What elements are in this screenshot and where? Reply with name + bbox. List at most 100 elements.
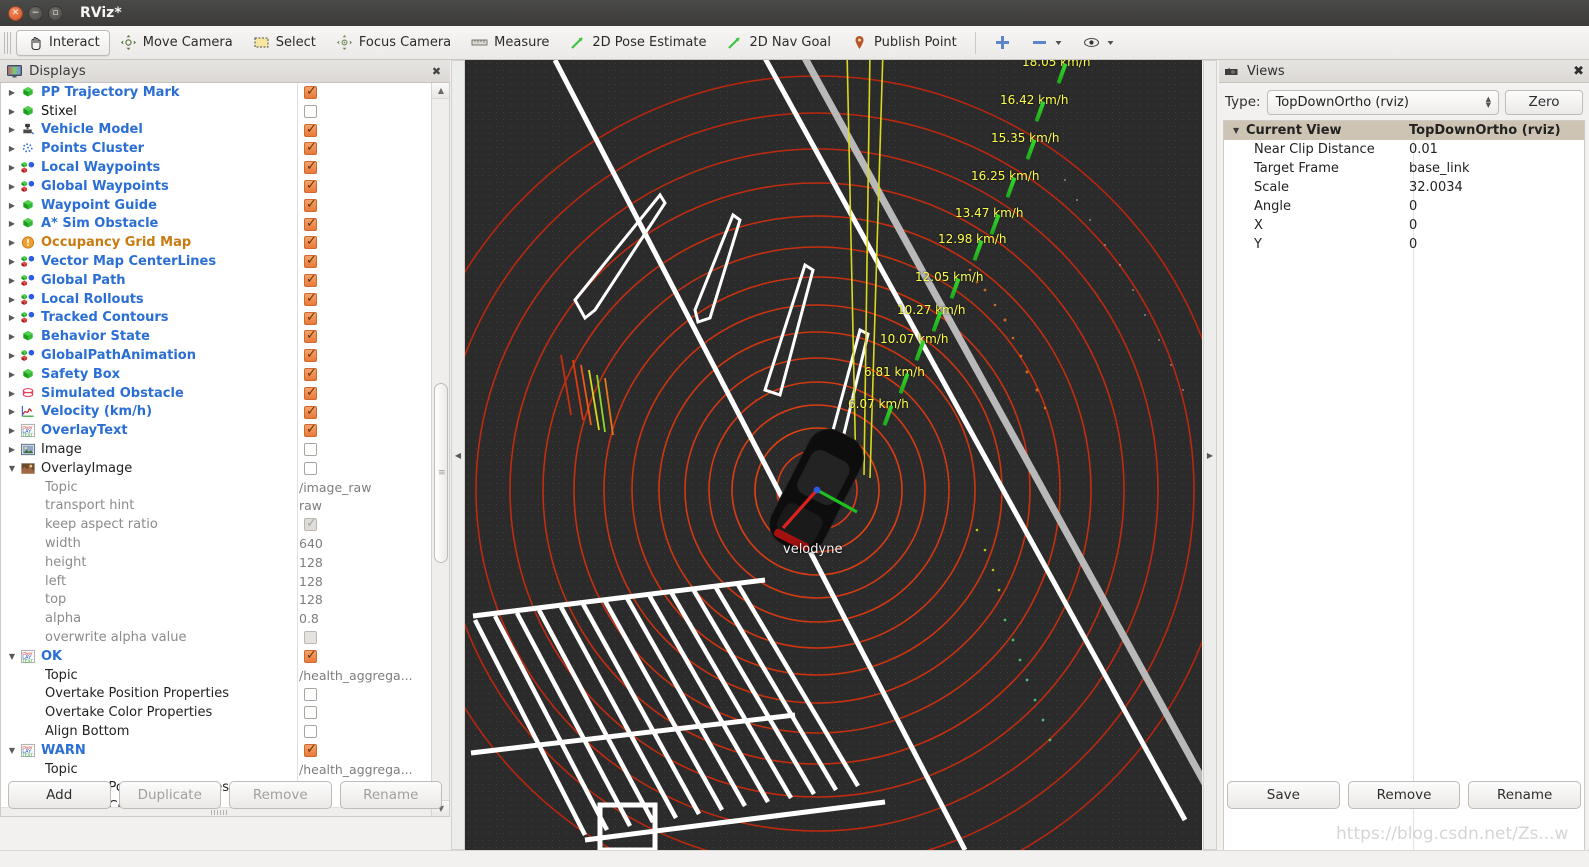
expander-right-icon[interactable]: ▶ [5, 163, 19, 172]
window-minimize-button[interactable]: − [28, 5, 43, 21]
display-tree-row[interactable]: ▼ Over LAY TEXT WARN [1, 741, 432, 760]
display-enable-checkbox[interactable] [304, 253, 317, 269]
expander-right-icon[interactable]: ▶ [5, 182, 19, 191]
display-tree-row[interactable]: ▶ Local Rollouts [1, 290, 432, 309]
views-panel-close-icon[interactable]: ✖ [1573, 64, 1584, 79]
display-tree-row[interactable]: ▶ Over LAY TEXT OverlayText [1, 421, 432, 440]
display-enable-checkbox[interactable] [304, 725, 317, 739]
display-tree-row[interactable]: ▶ Stixel [1, 102, 432, 121]
display-enable-checkbox[interactable] [304, 422, 317, 438]
expander-right-icon[interactable]: ▶ [5, 313, 19, 322]
display-tree-value[interactable]: /image_raw [299, 478, 371, 497]
view-property-value[interactable]: base_link [1409, 161, 1469, 176]
display-enable-checkbox[interactable] [304, 159, 317, 175]
displays-panel-close-icon[interactable]: ✖ [429, 64, 444, 79]
view-property-value[interactable]: 0.01 [1409, 142, 1438, 157]
display-tree-row[interactable]: Align Bottom [1, 722, 432, 741]
display-enable-checkbox[interactable] [304, 84, 317, 99]
display-tree-row[interactable]: Topic/health_aggrega... [1, 666, 432, 685]
view-property-row[interactable]: Y0 [1224, 235, 1584, 254]
display-tree-row[interactable]: ▼ Over LAY TEXT OK [1, 647, 432, 666]
tool-focus-camera[interactable]: Focus Camera [326, 30, 461, 56]
current-view-header-row[interactable]: ▼ Current View TopDownOrtho (rviz) [1224, 121, 1584, 140]
display-enable-checkbox[interactable] [304, 272, 317, 287]
expander-right-icon[interactable]: ▶ [5, 389, 19, 398]
display-tree-row[interactable]: ▶ Vehicle Model [1, 121, 432, 140]
display-tree-row[interactable]: height 128 [1, 553, 432, 572]
expander-down-icon[interactable]: ▼ [5, 652, 19, 661]
display-tree-row[interactable]: Overtake Color Properties [1, 703, 432, 722]
display-tree-row[interactable]: ▶ Vector Map CenterLines [1, 252, 432, 271]
expander-right-icon[interactable]: ▶ [5, 257, 19, 266]
display-enable-checkbox[interactable] [304, 687, 317, 701]
tool-add-panel[interactable] [984, 30, 1021, 56]
expander-right-icon[interactable]: ▶ [5, 445, 19, 454]
display-tree-row[interactable]: ▶ Behavior State [1, 327, 432, 346]
display-enable-checkbox[interactable] [304, 328, 317, 344]
toolbar-grip[interactable] [4, 31, 13, 54]
display-tree-row[interactable]: ▶ GlobalPathAnimation [1, 346, 432, 365]
display-tree-row[interactable]: alpha 0.8 [1, 609, 432, 628]
display-enable-checkbox[interactable] [304, 648, 317, 663]
expander-right-icon[interactable]: ▶ [5, 238, 19, 247]
display-enable-checkbox[interactable] [304, 366, 317, 381]
tool-2d-nav-goal[interactable]: 2D Nav Goal [716, 30, 841, 56]
display-tree-row[interactable]: ▶ A* Sim Obstacle [1, 215, 432, 234]
expander-right-icon[interactable]: ▶ [5, 144, 19, 153]
display-enable-checkbox[interactable] [304, 443, 317, 457]
display-tree-value[interactable]: /health_aggrega... [299, 666, 413, 685]
display-tree-row[interactable]: ▶ Occupancy Grid Map [1, 233, 432, 252]
expander-right-icon[interactable]: ▶ [5, 407, 19, 416]
expander-triangle-icon[interactable]: ▼ [1233, 126, 1239, 135]
scroll-up-button[interactable]: ▲ [432, 83, 449, 99]
scroll-thumb[interactable] [434, 383, 448, 563]
view-property-row[interactable]: Near Clip Distance 0.01 [1224, 140, 1584, 159]
display-tree-row[interactable]: overwrite alpha value [1, 628, 432, 647]
display-tree-row[interactable]: ▶ Waypoint Guide [1, 196, 432, 215]
tool-select[interactable]: Select [243, 30, 326, 56]
display-tree-value[interactable]: 640 [299, 534, 323, 553]
display-tree-row[interactable]: ▼ OverlayImage [1, 459, 432, 478]
display-tree-row[interactable]: ▶ Points Cluster [1, 139, 432, 158]
display-tree-value[interactable]: 0.8 [299, 609, 319, 628]
window-maximize-button[interactable]: ▫ [48, 5, 63, 21]
add-button[interactable]: Add [8, 781, 111, 809]
expander-right-icon[interactable]: ▶ [5, 351, 19, 360]
display-tree-row[interactable]: ▶ Safety Box [1, 365, 432, 384]
display-enable-checkbox[interactable] [304, 385, 317, 400]
views-property-table[interactable]: ▼ Current View TopDownOrtho (rviz) Near … [1223, 120, 1585, 867]
render-view-3d[interactable]: velodyne 18.05 km/h 16.42 km/h 15.35 km/h 1… [465, 60, 1202, 850]
expander-down-icon[interactable]: ▼ [5, 746, 19, 755]
display-tree-row[interactable]: ▶ Tracked Contours [1, 309, 432, 328]
expander-right-icon[interactable]: ▶ [5, 332, 19, 341]
expander-right-icon[interactable]: ▶ [5, 107, 19, 116]
display-tree-value[interactable]: 128 [299, 591, 323, 610]
display-tree-row[interactable]: ▶ Image [1, 440, 432, 459]
display-enable-checkbox[interactable] [304, 216, 317, 231]
expander-right-icon[interactable]: ▶ [5, 88, 19, 97]
view-property-value[interactable]: 32.0034 [1409, 180, 1463, 195]
display-tree-value[interactable]: raw [299, 497, 322, 516]
display-enable-checkbox[interactable] [304, 631, 317, 645]
display-enable-checkbox[interactable] [304, 742, 317, 757]
right-panel-collapse-handle[interactable]: ▶ [1203, 60, 1217, 850]
view-property-value[interactable]: 0 [1409, 237, 1417, 252]
tool-visibility[interactable] [1073, 30, 1125, 56]
display-tree-row[interactable]: Overtake Position Properties [1, 685, 432, 704]
spinner-arrows-icon[interactable]: ▲ ▼ [1486, 96, 1491, 109]
display-enable-checkbox[interactable] [304, 234, 317, 250]
left-panel-collapse-handle[interactable]: ◀ [451, 60, 465, 850]
display-tree-row[interactable]: transport hint raw [1, 497, 432, 516]
save-button[interactable]: Save [1227, 781, 1340, 809]
tool-measure[interactable]: Measure [461, 30, 559, 56]
display-tree-row[interactable]: ▶ Local Waypoints [1, 158, 432, 177]
view-property-row[interactable]: Target Frame base_link [1224, 159, 1584, 178]
display-tree-row[interactable]: ▶ Global Waypoints [1, 177, 432, 196]
view-property-value[interactable]: 0 [1409, 199, 1417, 214]
display-enable-checkbox[interactable] [304, 706, 317, 720]
expander-down-icon[interactable]: ▼ [5, 464, 19, 473]
display-tree-row[interactable]: keep aspect ratio [1, 515, 432, 534]
views-remove-button[interactable]: Remove [1347, 781, 1461, 809]
expander-right-icon[interactable]: ▶ [5, 370, 19, 379]
tool-2d-pose-estimate[interactable]: 2D Pose Estimate [559, 30, 716, 56]
